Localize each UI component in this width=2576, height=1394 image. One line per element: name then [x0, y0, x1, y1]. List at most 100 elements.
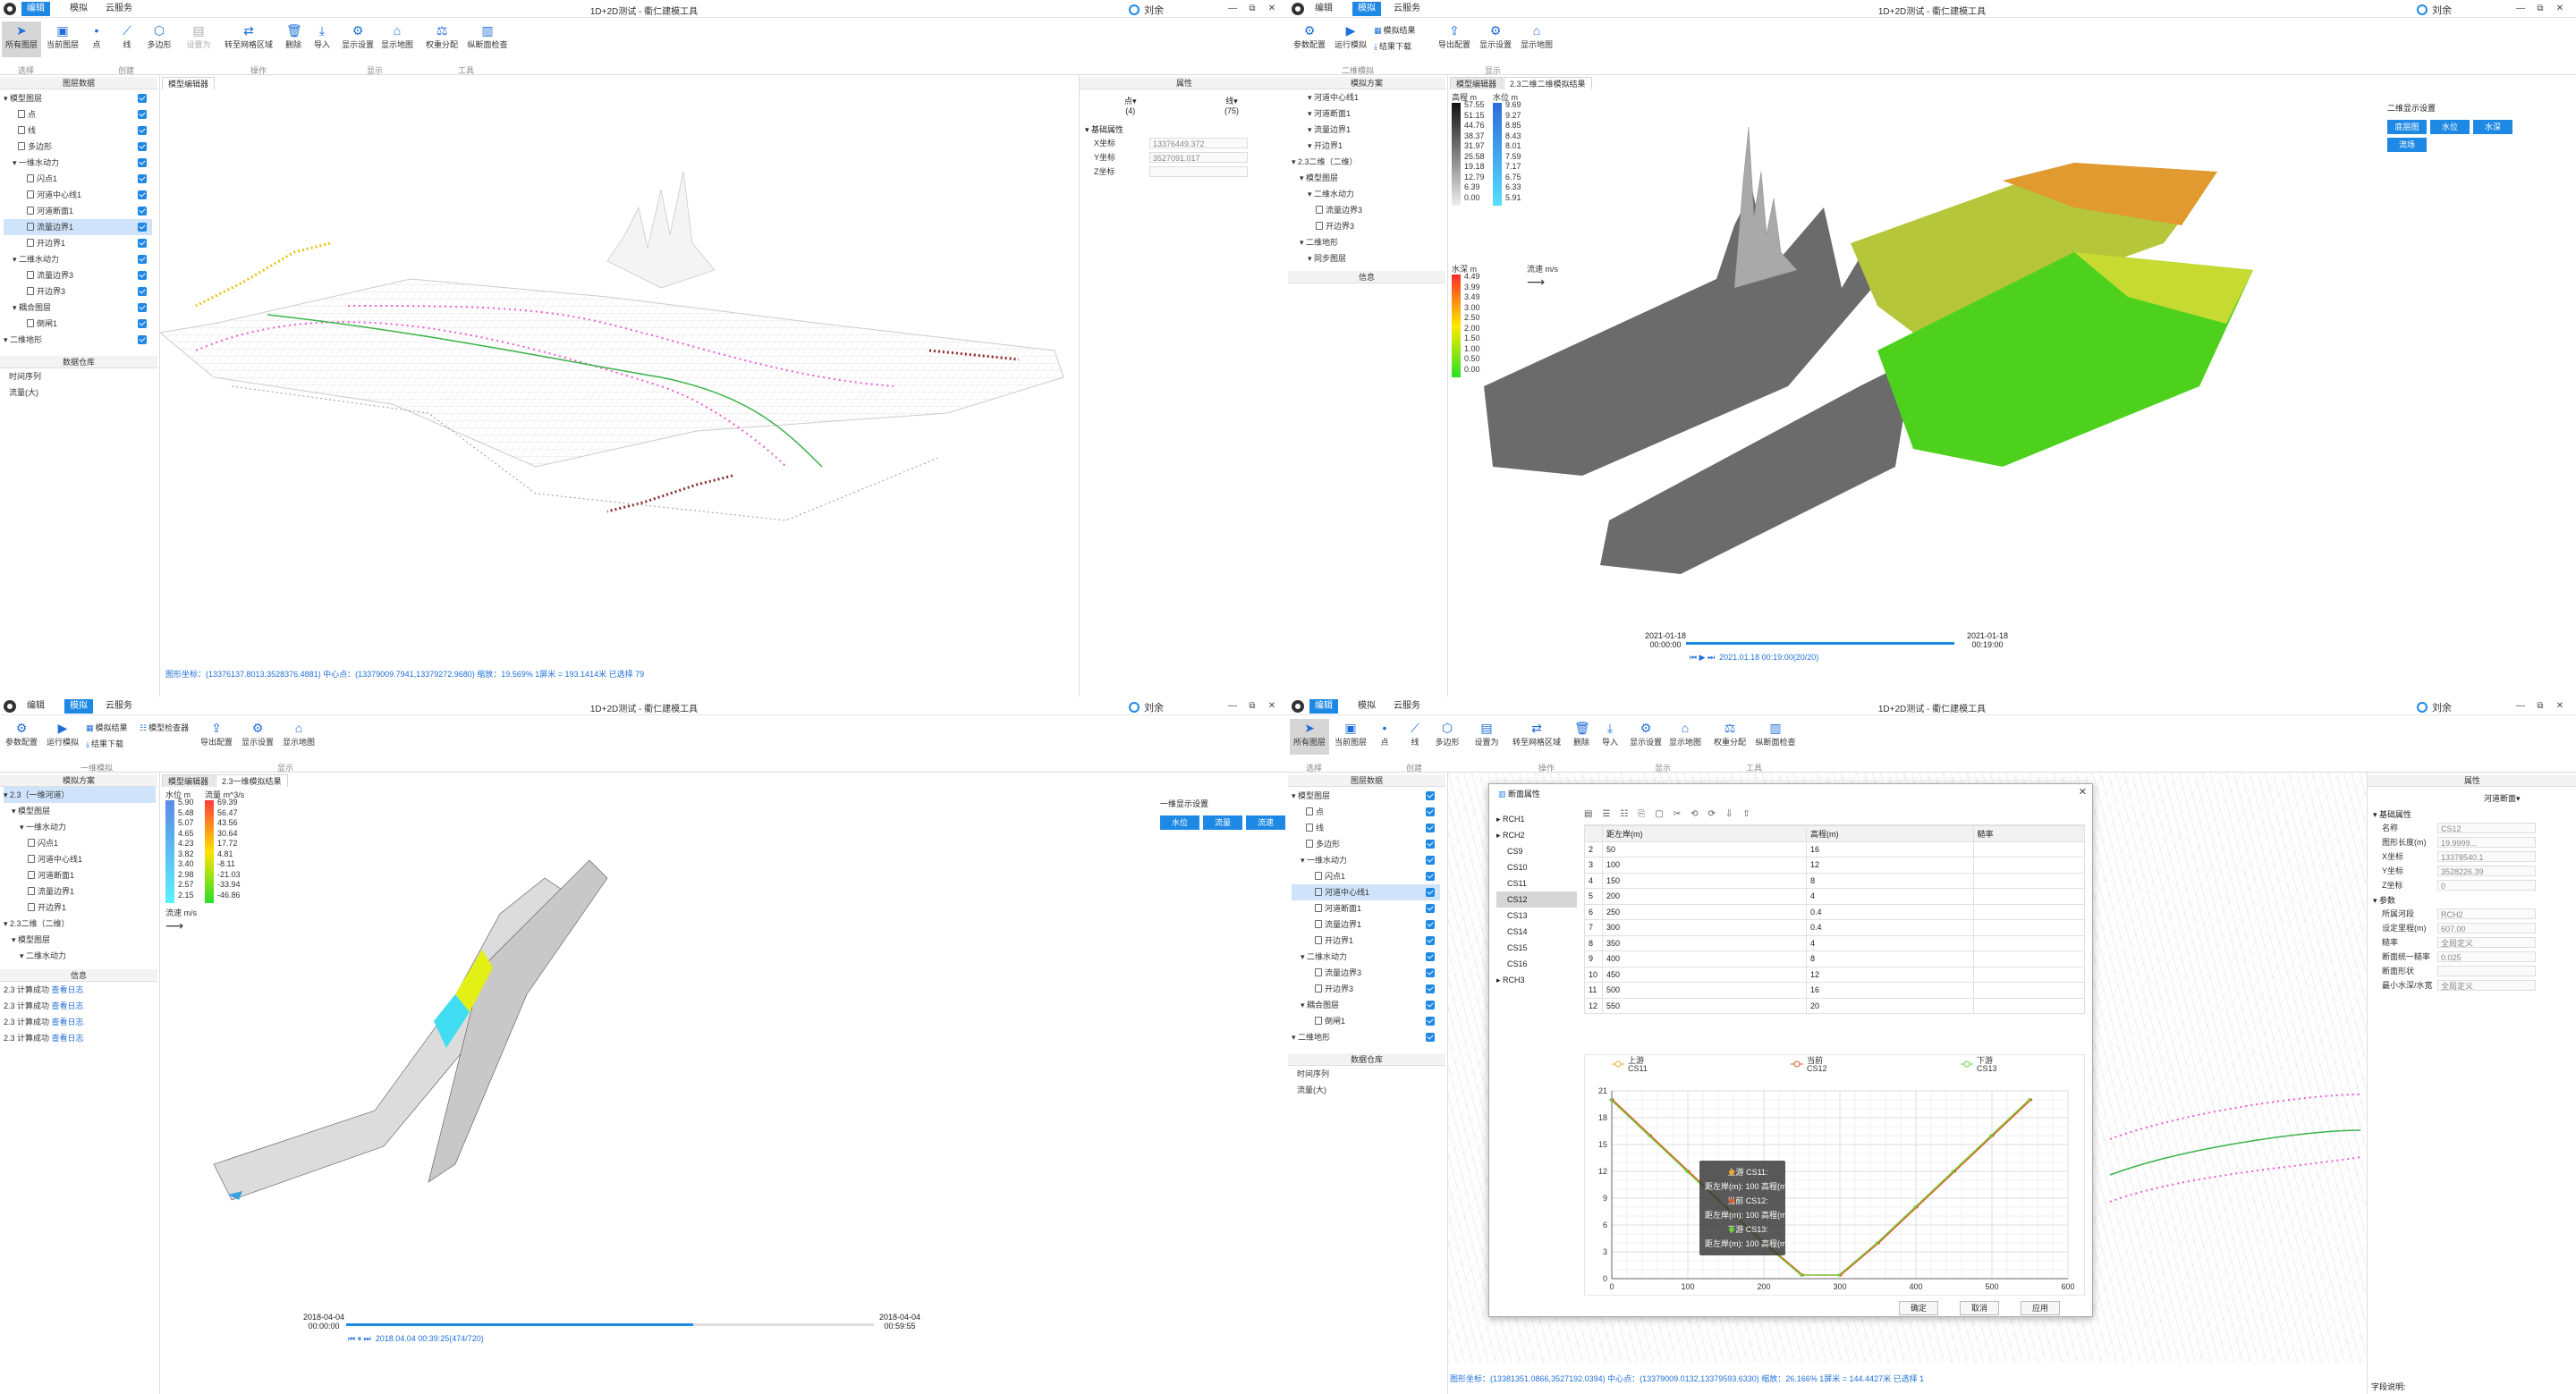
table-header[interactable]: 高程(m): [1806, 825, 1974, 842]
tree-item[interactable]: ▾ 模型图层: [1292, 788, 1440, 804]
display-settings-button[interactable]: ⚙ 显示设置: [1626, 719, 1665, 755]
section-chart[interactable]: 0 100 200 300 400 500 600036912151821上游CS11当前C…: [1585, 1055, 2086, 1297]
prop-z-value[interactable]: [1149, 166, 1248, 177]
prop-tab-section[interactable]: 河道断面▾: [2484, 792, 2521, 804]
map-canvas[interactable]: [160, 91, 1078, 672]
table-cell[interactable]: [1972, 841, 2086, 858]
weight-button[interactable]: ⚖ 权重分配: [1710, 719, 1750, 755]
tree-item[interactable]: ▾ 耦合图层: [4, 300, 152, 316]
visibility-checkbox[interactable]: [1426, 984, 1435, 993]
view-btn-base[interactable]: 底层图: [2387, 120, 2427, 134]
visibility-checkbox[interactable]: [138, 110, 147, 119]
prop-value[interactable]: RCH2: [2437, 908, 2536, 919]
load-result-button[interactable]: ⤓ 结果下载: [1374, 41, 1411, 52]
close-button[interactable]: ✕: [1265, 699, 1279, 714]
scheme-item[interactable]: ▾ 河道中心线1: [1292, 89, 1444, 106]
prop-value[interactable]: 全局定义: [2437, 980, 2536, 991]
tree-item[interactable]: 线: [4, 123, 152, 139]
prop-tab-point[interactable]: 点▾ (4): [1124, 95, 1137, 115]
tree-item[interactable]: 闪点1: [4, 171, 152, 187]
visibility-checkbox[interactable]: [138, 174, 147, 183]
scheme-item[interactable]: ▾ 2.3（一维河道）: [4, 787, 156, 803]
section-node[interactable]: CS15: [1496, 940, 1577, 956]
expand-icon[interactable]: ▾: [13, 158, 19, 167]
show-map-button[interactable]: ⌂ 显示地图: [279, 719, 318, 755]
table-cell[interactable]: 16: [1806, 841, 1974, 858]
minimize-button[interactable]: —: [2513, 2, 2528, 16]
section-check-button[interactable]: ▥ 纵断面检查: [1751, 719, 1800, 755]
table-cell[interactable]: 8: [1806, 872, 1974, 889]
prop-value[interactable]: [2437, 966, 2536, 976]
table-cell[interactable]: 4: [1806, 934, 1974, 951]
scheme-item[interactable]: ▾ 模型图层: [4, 803, 156, 819]
maximize-button[interactable]: ⧉: [2533, 2, 2547, 16]
scheme-item[interactable]: ▾ 二维水动力: [4, 948, 156, 964]
table-row[interactable]: 9 400 8: [1584, 950, 2086, 967]
visibility-checkbox[interactable]: [1426, 840, 1435, 849]
close-button[interactable]: ✕: [1265, 2, 1279, 16]
table-cell[interactable]: [1972, 919, 2086, 936]
table-cell[interactable]: [1972, 903, 2086, 920]
section-node[interactable]: CS16: [1496, 956, 1577, 972]
table-cell[interactable]: 250: [1602, 903, 1807, 920]
export-config-button[interactable]: ⇪ 导出配置: [1435, 21, 1474, 57]
visibility-checkbox[interactable]: [1426, 904, 1435, 913]
line-tool-button[interactable]: ⟋ 线: [1401, 719, 1429, 755]
visibility-checkbox[interactable]: [1426, 936, 1435, 945]
convert-grid-button[interactable]: ⇄ 转至网格区域: [1510, 719, 1563, 755]
tree-item[interactable]: 流量边界3: [1292, 965, 1440, 981]
table-row[interactable]: 8 350 4: [1584, 934, 2086, 951]
menu-cloud[interactable]: 云服务: [1388, 699, 1426, 714]
section-node[interactable]: CS13: [1496, 908, 1577, 924]
table-row[interactable]: 12 550 20: [1584, 997, 2086, 1014]
prop-value[interactable]: 3528226.39: [2437, 866, 2536, 876]
tree-item[interactable]: 线: [1292, 820, 1440, 836]
expand-icon[interactable]: ▾: [4, 335, 10, 344]
params-button[interactable]: ⚙ 参数配置: [2, 719, 41, 755]
section-node[interactable]: CS12: [1496, 891, 1577, 908]
table-cell[interactable]: 0.4: [1806, 919, 1974, 936]
prop-value[interactable]: 19.9999...: [2437, 837, 2536, 848]
expand-icon[interactable]: ▾: [1301, 1001, 1307, 1010]
load-result-button[interactable]: ⤓ 结果下载: [86, 739, 123, 749]
run-button[interactable]: ▶ 运行模拟: [43, 719, 82, 755]
all-layers-button[interactable]: ➤ 所有图层: [2, 21, 41, 57]
prop-value[interactable]: CS12: [2437, 823, 2536, 833]
tree-item[interactable]: 流量边界1: [1292, 917, 1440, 933]
section-node[interactable]: CS9: [1496, 843, 1577, 859]
tree-item[interactable]: 多边形: [4, 139, 152, 155]
view-log-link[interactable]: 查看日志: [52, 1018, 84, 1026]
menu-edit[interactable]: 编辑: [21, 699, 50, 714]
scheme-item[interactable]: 河道断面1: [4, 867, 156, 883]
expand-icon[interactable]: ▾: [1301, 856, 1307, 865]
visibility-checkbox[interactable]: [1426, 1017, 1435, 1026]
table-row[interactable]: 7 300 0.4: [1584, 919, 2086, 936]
table-header[interactable]: [1584, 825, 1603, 842]
scheme-item[interactable]: 流量边界1: [4, 883, 156, 900]
weight-button[interactable]: ⚖ 权重分配: [422, 21, 462, 57]
convert-grid-button[interactable]: ⇄ 转至网格区域: [222, 21, 275, 57]
table-cell[interactable]: [1972, 888, 2086, 905]
scheme-item[interactable]: 开边界3: [1292, 218, 1444, 234]
minimize-button[interactable]: —: [1225, 2, 1240, 16]
current-layer-button[interactable]: ▣ 当前图层: [1331, 719, 1370, 755]
tab-1d-result[interactable]: 2.3一维模拟结果: [216, 774, 288, 787]
prop-value[interactable]: 0: [2437, 880, 2536, 891]
visibility-checkbox[interactable]: [138, 207, 147, 215]
visibility-checkbox[interactable]: [138, 142, 147, 151]
visibility-checkbox[interactable]: [138, 126, 147, 135]
scheme-item[interactable]: ▾ 模型图层: [1292, 170, 1444, 186]
menu-simulate[interactable]: 模拟: [1352, 2, 1381, 16]
all-layers-button[interactable]: ➤ 所有图层: [1290, 719, 1329, 755]
display-settings-button[interactable]: ⚙ 显示设置: [338, 21, 377, 57]
line-tool-button[interactable]: ⟋ 线: [113, 21, 141, 57]
tree-item[interactable]: ▾ 一维水动力: [4, 155, 152, 171]
table-cell[interactable]: 550: [1602, 997, 1807, 1014]
minimize-button[interactable]: —: [2513, 699, 2528, 714]
view-btn-flow[interactable]: 流量: [1203, 815, 1242, 830]
tree-item[interactable]: 河道中心线1: [1292, 884, 1440, 900]
set-as-button[interactable]: ▤ 设置为: [179, 21, 218, 57]
prop-group-basic[interactable]: ▾ 基础属性: [2373, 808, 2411, 820]
table-cell[interactable]: 16: [1806, 982, 1974, 999]
table-row[interactable]: 5 200 4: [1584, 888, 2086, 905]
